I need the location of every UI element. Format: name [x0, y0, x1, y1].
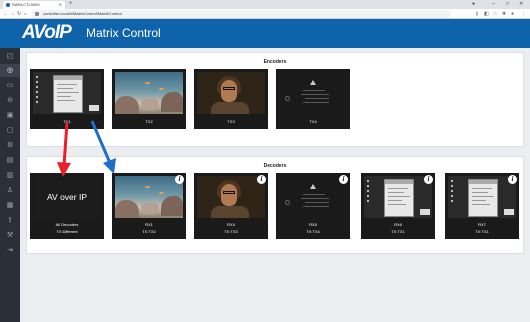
drag-arrows [57, 120, 116, 177]
blue-arrow-icon [90, 120, 116, 174]
red-arrow-icon [57, 121, 71, 177]
